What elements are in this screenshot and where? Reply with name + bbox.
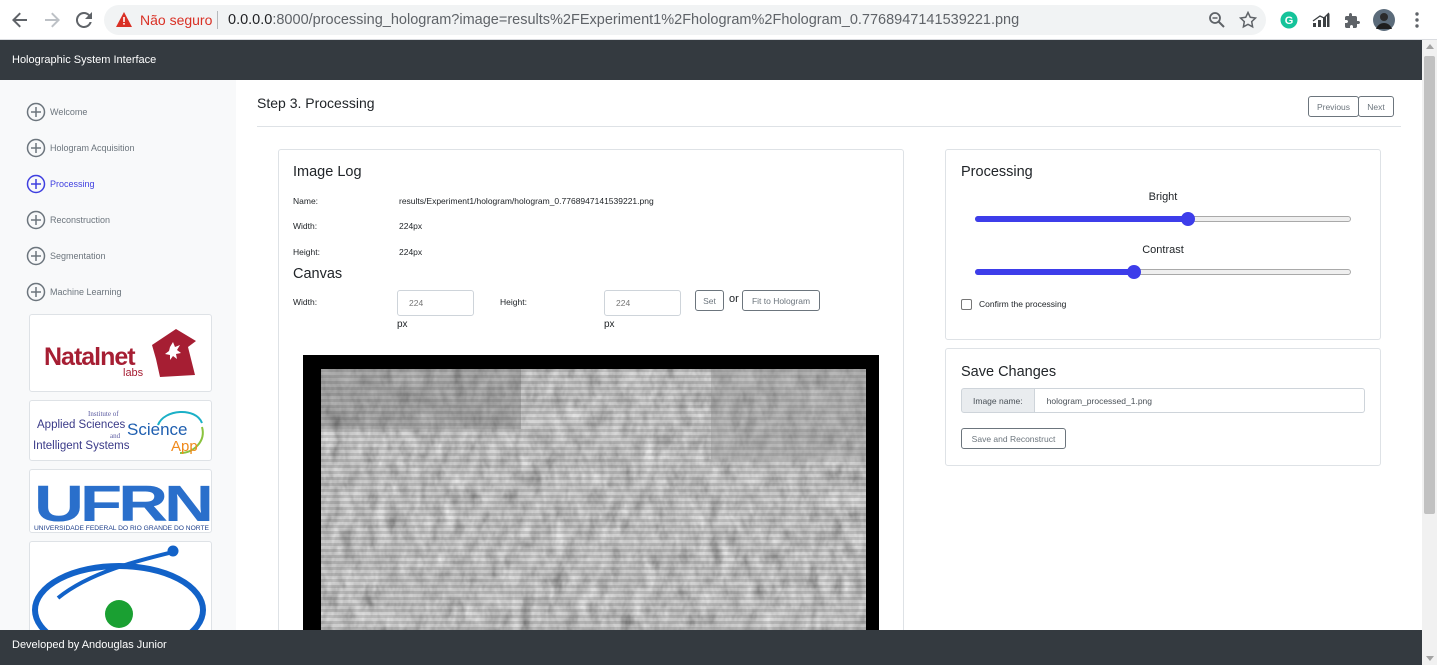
name-value: results/Experiment1/hologram/hologram_0.… (399, 196, 654, 206)
canvas-width-label: Width: (293, 297, 318, 307)
iasis-logo-line3: and (110, 432, 121, 440)
puzzle-extensions-icon[interactable] (1341, 9, 1363, 31)
image-name-group: Image name: hologram_processed_1.png (961, 388, 1365, 413)
app-footer: Developed by Andouglas Junior (0, 630, 1422, 665)
hologram-canvas[interactable] (303, 355, 879, 645)
more-vertical-icon[interactable] (1406, 9, 1428, 31)
iasis-logo-line2: Applied Sciences (37, 419, 125, 431)
plus-circle-icon (26, 138, 46, 158)
sidebar-item-processing[interactable]: Processing (26, 174, 95, 194)
iasis-logo-line1: Institute of (88, 410, 119, 418)
back-icon[interactable] (8, 8, 32, 32)
width-value: 224px (399, 221, 423, 231)
canvas-width-input[interactable] (397, 290, 474, 316)
forward-icon[interactable] (40, 8, 64, 32)
plus-circle-icon (26, 102, 46, 122)
canvas-height-input[interactable] (604, 290, 681, 316)
footer-text: Developed by Andouglas Junior (12, 639, 167, 651)
canvas-title: Canvas (293, 266, 343, 282)
sidebar-item-welcome[interactable]: Welcome (26, 102, 87, 122)
bright-slider[interactable] (975, 211, 1351, 227)
sidebar: Welcome Hologram Acquisition Processing … (0, 80, 236, 630)
canvas-height-unit: px (604, 319, 615, 330)
warning-icon (116, 12, 132, 27)
url-text[interactable]: 0.0.0.0:8000/processing_hologram?image=r… (228, 12, 1019, 28)
slider-fill (975, 269, 1135, 275)
ufrn-logo-subtext: UNIVERSIDADE FEDERAL DO RIO GRANDE DO NO… (34, 525, 209, 532)
confirm-checkbox[interactable] (961, 299, 972, 310)
sidebar-item-label: Reconstruction (50, 215, 111, 225)
omnibox-divider (217, 11, 218, 29)
natalnet-logo[interactable]: Natalnet labs (29, 314, 212, 392)
browser-toolbar: Não seguro 0.0.0.0:8000/processing_holog… (0, 0, 1437, 40)
slider-fill (975, 216, 1189, 222)
save-and-reconstruct-button[interactable]: Save and Reconstruct (961, 428, 1066, 449)
sidebar-item-label: Welcome (50, 107, 88, 117)
hologram-image (321, 369, 866, 645)
app-title[interactable]: Holographic System Interface (12, 54, 156, 66)
height-value: 224px (399, 247, 423, 257)
plus-circle-icon (26, 174, 46, 194)
canvas-width-unit: px (397, 319, 408, 330)
name-label: Name: (293, 196, 319, 206)
signal-bars-icon[interactable] (1310, 9, 1332, 31)
sidebar-item-machine-learning[interactable]: Machine Learning (26, 282, 122, 302)
fit-to-hologram-button[interactable]: Fit to Hologram (742, 290, 820, 311)
scroll-thumb[interactable] (1424, 56, 1435, 514)
bright-label: Bright (1148, 191, 1178, 203)
address-bar[interactable]: Não seguro 0.0.0.0:8000/processing_holog… (104, 5, 1266, 35)
iasis-logo-line4: Intelligent Systems (33, 440, 130, 452)
slider-thumb[interactable] (1181, 212, 1196, 226)
plus-circle-icon (26, 282, 46, 302)
sidebar-item-segmentation[interactable]: Segmentation (26, 246, 106, 266)
canvas-height-label: Height: (500, 297, 527, 307)
scroll-down-arrow-icon[interactable] (1426, 656, 1434, 661)
processing-title: Processing (961, 164, 1033, 180)
zoom-icon[interactable] (1208, 11, 1226, 29)
scienceapp-logo-text: Science (127, 420, 187, 439)
orbit-logo[interactable] (29, 541, 212, 630)
image-name-label: Image name: (961, 388, 1035, 413)
contrast-slider[interactable] (975, 264, 1351, 280)
contrast-label: Contrast (1142, 244, 1184, 256)
iasis-scienceapp-logo[interactable]: Institute of Applied Sciences and Intell… (29, 400, 212, 461)
set-button[interactable]: Set (695, 290, 724, 311)
profile-avatar[interactable] (1373, 9, 1395, 31)
url-host: 0.0.0.0 (228, 12, 273, 28)
sidebar-item-label: Segmentation (50, 251, 106, 261)
plus-circle-icon (26, 210, 46, 230)
page-title: Step 3. Processing (257, 95, 375, 111)
scienceapp-logo-subtext: App (171, 438, 198, 455)
url-path: :8000/processing_hologram?image=results%… (272, 12, 1020, 28)
plus-circle-icon (26, 246, 46, 266)
grammarly-icon[interactable]: G (1278, 9, 1300, 31)
sidebar-item-hologram-acquisition[interactable]: Hologram Acquisition (26, 138, 135, 158)
app-header: Holographic System Interface (0, 40, 1422, 80)
ufrn-logo[interactable]: UFRN UNIVERSIDADE FEDERAL DO RIO GRANDE … (29, 469, 212, 533)
next-button[interactable]: Next (1358, 96, 1394, 117)
width-label: Width: (293, 221, 318, 231)
sidebar-item-reconstruction[interactable]: Reconstruction (26, 210, 110, 230)
slider-thumb[interactable] (1127, 265, 1142, 279)
page-scrollbar[interactable] (1422, 40, 1437, 665)
natalnet-logo-subtext: labs (123, 367, 144, 379)
security-status[interactable]: Não seguro (140, 12, 212, 28)
reload-icon[interactable] (72, 8, 96, 32)
save-changes-title: Save Changes (961, 364, 1057, 380)
confirm-label[interactable]: Confirm the processing (979, 299, 1066, 309)
sidebar-item-label: Machine Learning (50, 287, 122, 297)
sidebar-item-label: Processing (50, 179, 95, 189)
height-label: Height: (293, 247, 320, 257)
or-text: or (729, 293, 739, 305)
bookmark-star-icon[interactable] (1239, 11, 1257, 29)
image-name-input[interactable]: hologram_processed_1.png (1034, 388, 1365, 413)
svg-text:G: G (1285, 15, 1294, 27)
title-divider (257, 126, 1401, 127)
previous-button[interactable]: Previous (1308, 96, 1359, 117)
sidebar-item-label: Hologram Acquisition (50, 143, 135, 153)
scroll-up-arrow-icon[interactable] (1426, 44, 1434, 49)
image-log-title: Image Log (293, 164, 362, 180)
